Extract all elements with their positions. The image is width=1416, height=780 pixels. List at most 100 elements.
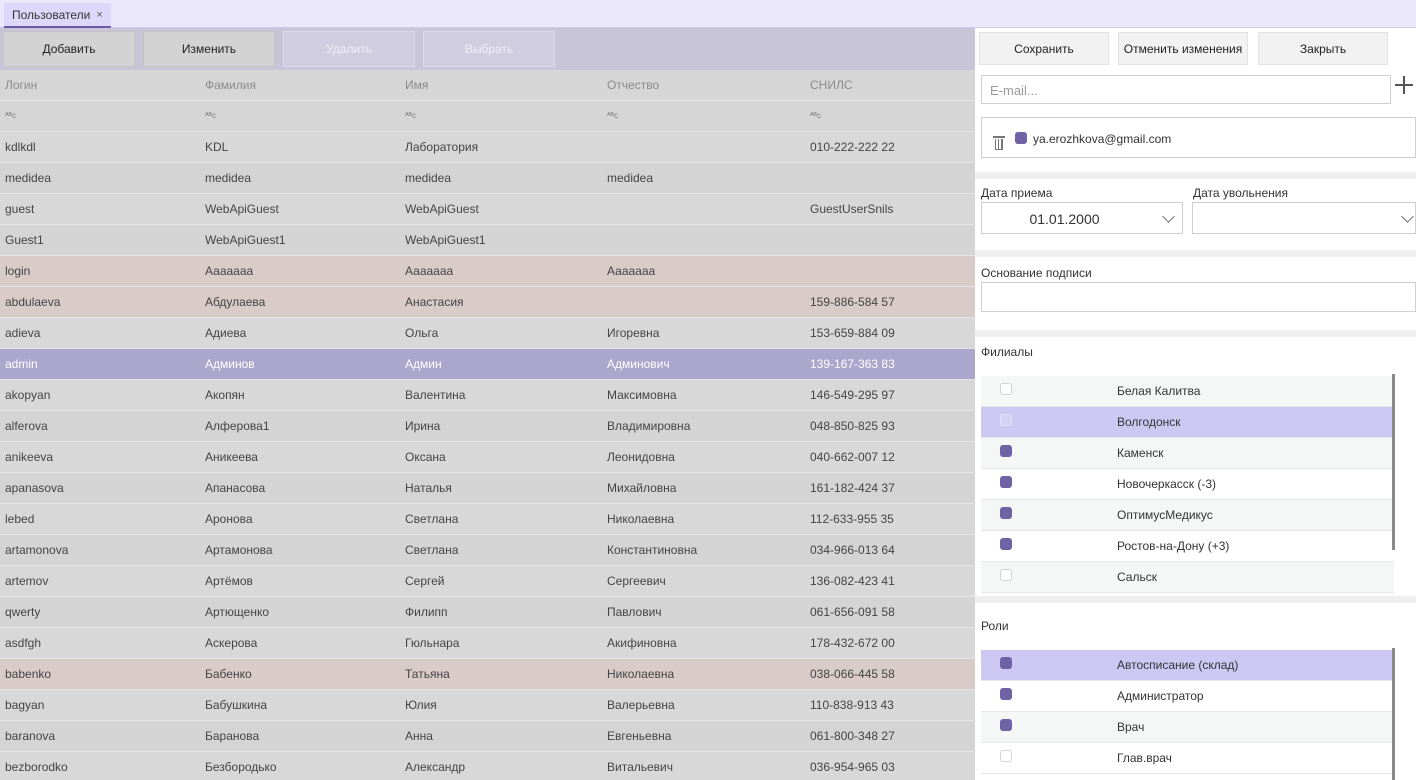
first-name-cell: WebApiGuest1 <box>405 233 486 247</box>
branch-item[interactable]: ОптимусМедикус <box>981 500 1394 531</box>
snils-cell: 061-800-348 27 <box>810 729 895 743</box>
first-name-cell: medidea <box>405 171 452 185</box>
table-row[interactable]: apanasova Апанасова Наталья Михайловна 161-1… <box>0 473 975 504</box>
branch-item[interactable]: Белая Калитва <box>981 376 1394 407</box>
branch-checkbox[interactable] <box>1000 507 1012 519</box>
middle-name-cell <box>607 287 797 317</box>
table-row[interactable]: alferova Алферова1 Ирина Владимировна 048-85… <box>0 411 975 442</box>
email-checkbox[interactable] <box>1015 132 1027 144</box>
role-item[interactable]: Администратор <box>981 681 1394 712</box>
branch-item[interactable]: Ростов-на-Дону (+3) <box>981 531 1394 562</box>
column-header-middle-name[interactable]: Отчество <box>607 70 797 100</box>
login-cell: asdfgh <box>5 636 42 650</box>
select-button[interactable]: Выбрать <box>423 31 555 67</box>
branch-checkbox[interactable] <box>1000 538 1012 550</box>
middle-name-cell: Леонидовна <box>607 450 675 464</box>
branch-checkbox[interactable] <box>1000 569 1012 581</box>
signature-basis-input[interactable] <box>981 282 1416 312</box>
snils-cell: 161-182-424 37 <box>810 481 895 495</box>
role-checkbox[interactable] <box>1000 688 1012 700</box>
divider <box>975 596 1416 603</box>
filter-last-name-icon[interactable]: ᴬᴮc <box>205 101 385 131</box>
role-item[interactable]: Глав.врач <box>981 743 1394 774</box>
branch-item[interactable]: Каменск <box>981 438 1394 469</box>
branch-item[interactable]: Волгодонск <box>981 407 1394 438</box>
add-button[interactable]: Добавить <box>3 31 135 67</box>
role-checkbox[interactable] <box>1000 657 1012 669</box>
table-row[interactable]: abdulaeva Абдулаева Анастасия 159-886-584 5… <box>0 287 975 318</box>
first-name-cell: Лаборатория <box>405 140 479 154</box>
table-row[interactable]: baranova Баранова Анна Евгеньевна 061-800-34… <box>0 721 975 752</box>
last-name-cell: Артёмов <box>205 574 253 588</box>
roles-label: Роли <box>981 619 1009 633</box>
column-header-last-name[interactable]: Фамилия <box>205 70 385 100</box>
middle-name-cell: Евгеньевна <box>607 729 672 743</box>
table-row[interactable]: qwerty Артющенко Филипп Павлович 061-656-091… <box>0 597 975 628</box>
filter-snils-icon[interactable]: ᴬᴮc <box>810 101 970 131</box>
table-row[interactable]: asdfgh Аскерова Гюльнара Акифиновна 178-432-… <box>0 628 975 659</box>
table-row[interactable]: babenko Бабенко Татьяна Николаевна 038-066-4… <box>0 659 975 690</box>
filter-middle-name-icon[interactable]: ᴬᴮc <box>607 101 797 131</box>
login-cell: alferova <box>5 419 48 433</box>
column-header-first-name[interactable]: Имя <box>405 70 595 100</box>
filter-first-name-icon[interactable]: ᴬᴮc <box>405 101 595 131</box>
login-cell: adieva <box>5 326 41 340</box>
roles-scrollbar[interactable] <box>1392 648 1395 780</box>
branch-checkbox[interactable] <box>1000 383 1012 395</box>
role-item[interactable]: Автосписание (склад) <box>981 650 1394 681</box>
table-row[interactable]: anikeeva Аникеева Оксана Леонидовна 040-662-… <box>0 442 975 473</box>
table-row[interactable]: artemov Артёмов Сергей Сергеевич 136-082-423… <box>0 566 975 597</box>
hire-date-picker[interactable]: 01.01.2000 <box>981 202 1183 234</box>
first-name-cell: Филипп <box>405 605 448 619</box>
role-item[interactable]: Врач <box>981 712 1394 743</box>
delete-button[interactable]: Удалить <box>283 31 415 67</box>
tab-users[interactable]: Пользователи × <box>4 3 111 28</box>
cancel-changes-button[interactable]: Отменить изменения <box>1118 32 1248 65</box>
table-row[interactable]: artamonova Артамонова Светлана Константинов… <box>0 535 975 566</box>
branch-label: Каменск <box>1117 446 1164 460</box>
filter-login-icon[interactable]: ᴬᴮc <box>5 101 185 131</box>
close-button[interactable]: Закрыть <box>1258 32 1388 65</box>
branch-checkbox[interactable] <box>1000 414 1012 426</box>
table-filter-row: ᴬᴮc ᴬᴮc ᴬᴮc ᴬᴮc ᴬᴮc <box>0 101 975 132</box>
table-row[interactable]: lebed Аронова Светлана Николаевна 112-633-95… <box>0 504 975 535</box>
table-row[interactable]: akopyan Акопян Валентина Максимовна 146-549-… <box>0 380 975 411</box>
table-row[interactable]: Guest1 WebApiGuest1 WebApiGuest1 <box>0 225 975 256</box>
close-tab-icon[interactable]: × <box>96 9 102 21</box>
branch-item[interactable]: Новочеркасск (-3) <box>981 469 1394 500</box>
save-button[interactable]: Сохранить <box>979 32 1109 65</box>
middle-name-cell <box>607 194 797 224</box>
column-header-login[interactable]: Логин <box>5 70 185 100</box>
table-row[interactable]: adieva Адиева Ольга Игоревна 153-659-884 09 <box>0 318 975 349</box>
login-cell: artemov <box>5 574 49 588</box>
divider <box>975 330 1416 337</box>
middle-name-cell: Константиновна <box>607 543 698 557</box>
branches-scrollbar[interactable] <box>1392 374 1395 550</box>
fire-date-picker[interactable] <box>1192 202 1416 234</box>
table-row[interactable]: bezborodko Безбородько Александр Витальевич… <box>0 752 975 780</box>
table-row[interactable]: bagyan Бабушкина Юлия Валерьевна 110-838-913… <box>0 690 975 721</box>
role-checkbox[interactable] <box>1000 719 1012 731</box>
login-cell: baranova <box>5 729 56 743</box>
add-email-icon[interactable] <box>1394 75 1414 95</box>
table-row[interactable]: admin Админов Админ Админович 139-167-363 83 <box>0 349 975 380</box>
email-input[interactable]: E-mail... <box>981 75 1391 104</box>
table-row[interactable]: medidea medidea medidea medidea <box>0 163 975 194</box>
last-name-cell: Артющенко <box>205 605 270 619</box>
table-row[interactable]: guest WebApiGuest WebApiGuest GuestUserSnil… <box>0 194 975 225</box>
middle-name-cell <box>607 225 797 255</box>
first-name-cell: Анна <box>405 729 433 743</box>
edit-button[interactable]: Изменить <box>143 31 275 67</box>
snils-cell <box>810 256 970 286</box>
branch-checkbox[interactable] <box>1000 445 1012 457</box>
snils-cell: 010-222-222 22 <box>810 140 895 154</box>
branch-checkbox[interactable] <box>1000 476 1012 488</box>
table-row[interactable]: kdlkdl KDL Лаборатория 010-222-222 22 <box>0 132 975 163</box>
role-checkbox[interactable] <box>1000 750 1012 762</box>
trash-icon[interactable] <box>993 136 1005 150</box>
table-row[interactable]: login Ааааааа Ааааааа Ааааааа <box>0 256 975 287</box>
snils-cell: 048-850-825 93 <box>810 419 895 433</box>
middle-name-cell: Валерьевна <box>607 698 675 712</box>
column-header-snils[interactable]: СНИЛС <box>810 70 970 100</box>
branch-item[interactable]: Сальск <box>981 562 1394 593</box>
